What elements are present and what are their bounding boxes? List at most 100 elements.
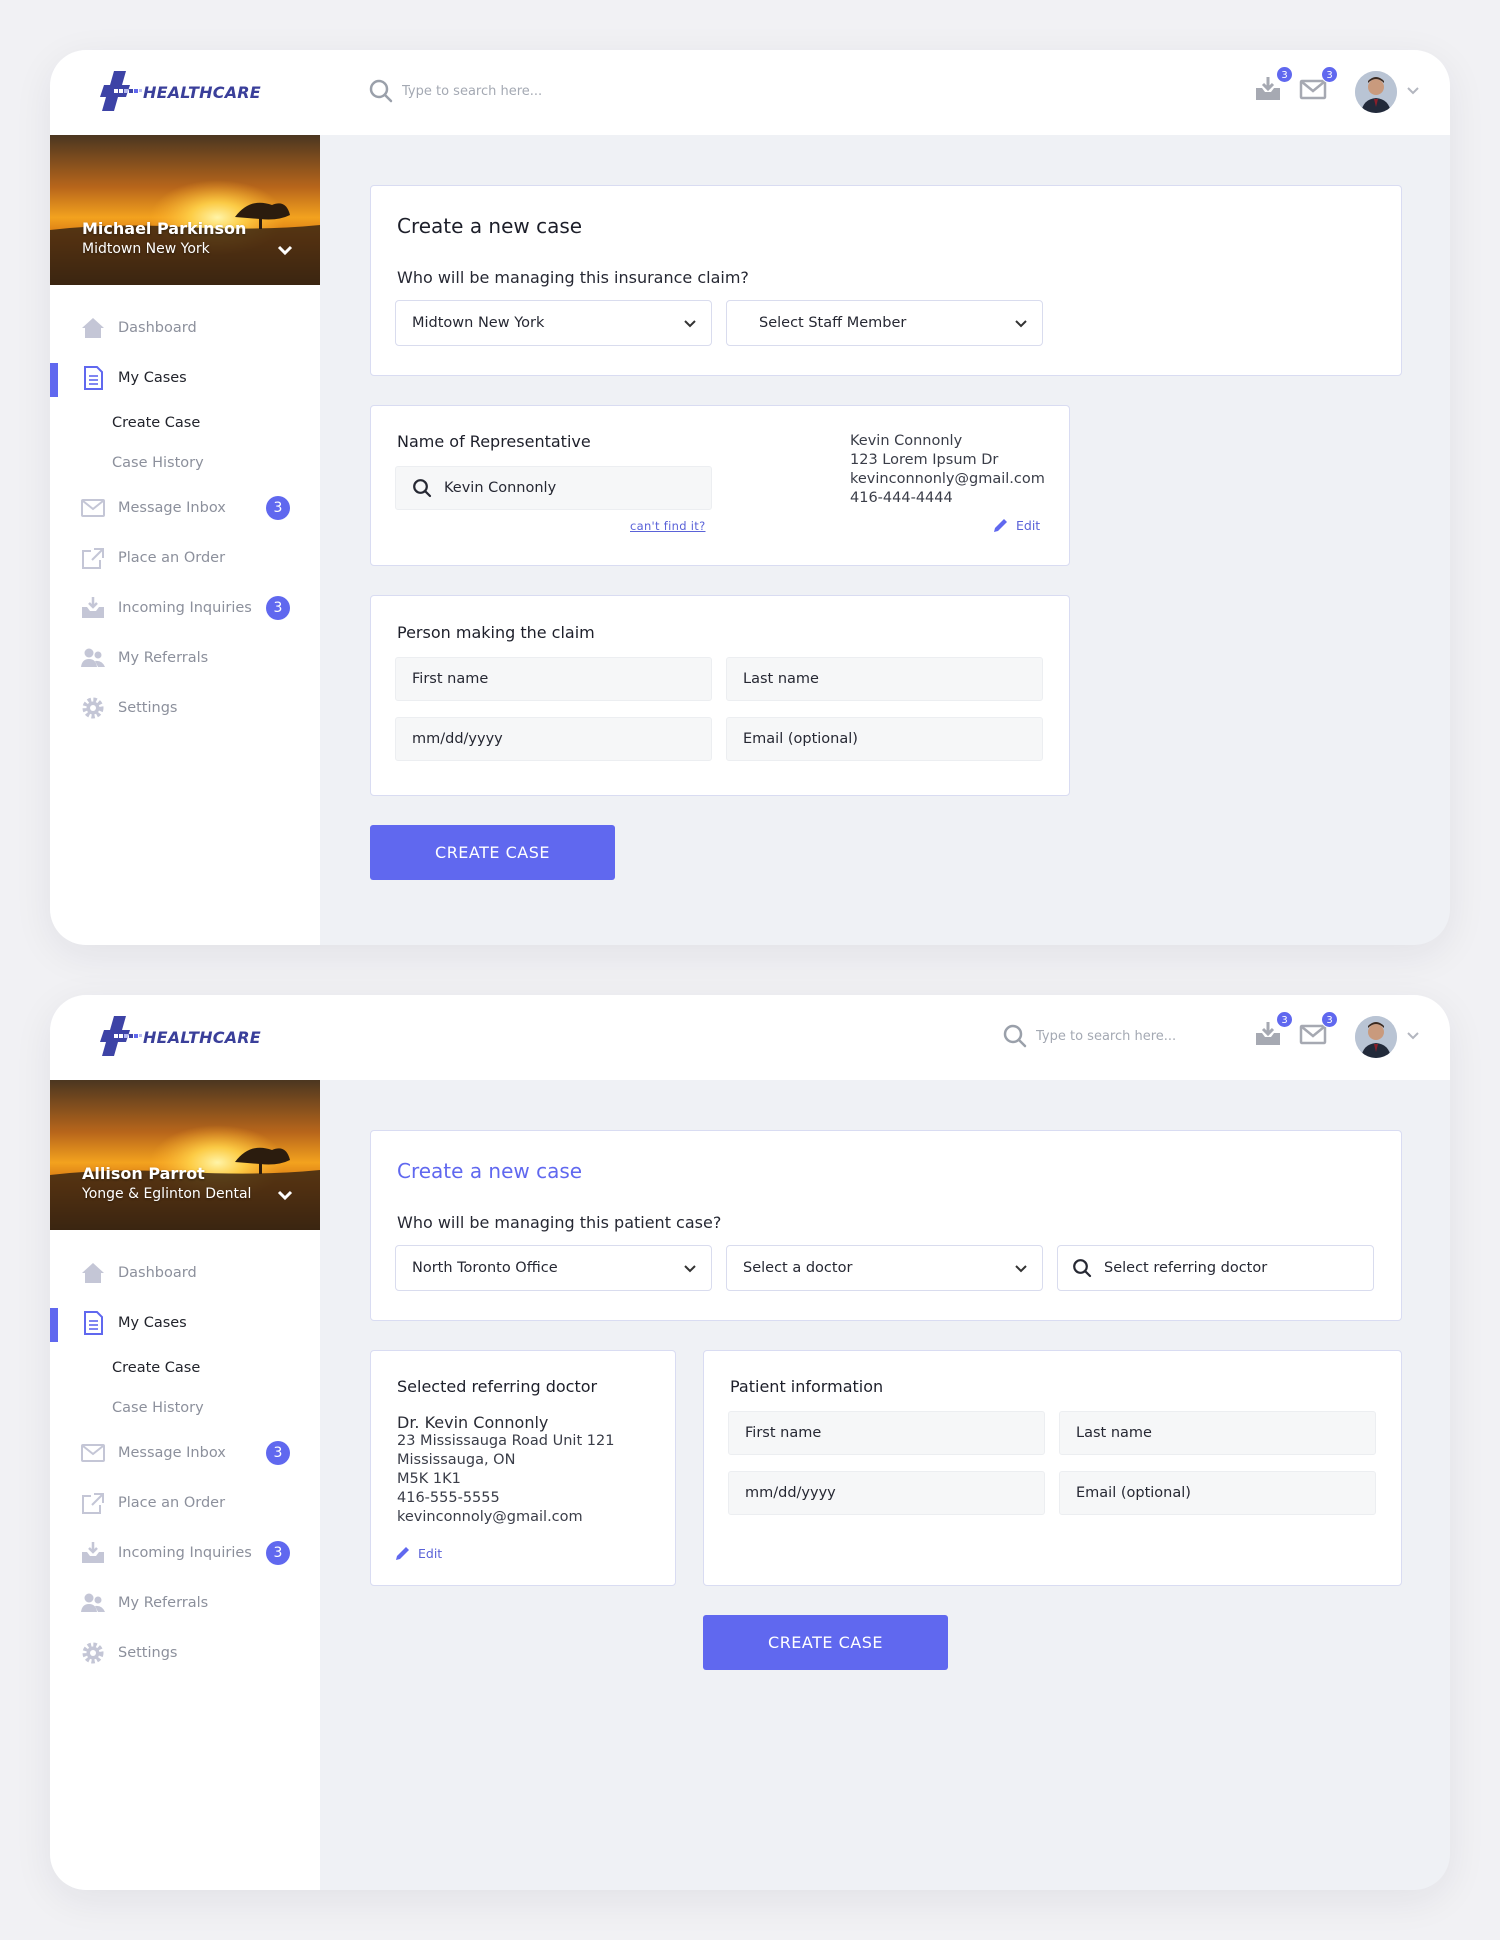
inbox-download-button[interactable]: 3 bbox=[1253, 66, 1293, 104]
inbox-download-icon bbox=[80, 595, 106, 621]
location-select[interactable]: Midtown New York bbox=[395, 300, 712, 346]
referring-doctor-info: Dr. Kevin Connonly 23 Mississauga Road U… bbox=[397, 1413, 614, 1527]
share-icon bbox=[80, 545, 106, 571]
sidebar-item-settings[interactable]: Settings bbox=[50, 683, 320, 733]
rep-phone: 416-444-4444 bbox=[850, 490, 953, 506]
sidebar-item-place-order[interactable]: Place an Order bbox=[50, 533, 320, 583]
sidebar-subitem-create-case[interactable]: Create Case bbox=[50, 403, 320, 443]
doctor-email: kevinconnoly@gmail.com bbox=[397, 1509, 583, 1525]
search-icon bbox=[369, 79, 393, 103]
profile-location: Midtown New York bbox=[82, 241, 210, 257]
edit-representative-link[interactable]: Edit bbox=[992, 516, 1040, 534]
last-name-field[interactable]: Last name bbox=[1059, 1411, 1376, 1455]
profile-header[interactable]: Allison Parrot Yonge & Eglinton Dental bbox=[50, 1080, 320, 1230]
location-select-value: Midtown New York bbox=[412, 315, 545, 331]
sidebar-item-incoming-inquiries[interactable]: Incoming Inquiries 3 bbox=[50, 1528, 320, 1578]
sidebar-item-dashboard[interactable]: Dashboard bbox=[50, 303, 320, 353]
user-avatar[interactable] bbox=[1355, 71, 1397, 113]
user-avatar[interactable] bbox=[1355, 1016, 1397, 1058]
doctor-name: Dr. Kevin Connonly bbox=[397, 1413, 549, 1432]
sidebar-item-my-cases[interactable]: My Cases bbox=[50, 1298, 320, 1348]
dob-field[interactable]: mm/dd/yyyy bbox=[728, 1471, 1045, 1515]
profile-name: Michael Parkinson bbox=[82, 219, 247, 238]
search-icon bbox=[413, 479, 432, 498]
office-select[interactable]: North Toronto Office bbox=[395, 1245, 712, 1291]
logo-text: HEALTHCARE bbox=[143, 83, 261, 102]
representative-label: Name of Representative bbox=[397, 432, 591, 451]
chevron-down-icon[interactable] bbox=[277, 244, 293, 256]
chevron-down-icon bbox=[1015, 1265, 1027, 1273]
representative-search-value: Kevin Connonly bbox=[444, 480, 557, 496]
sidebar-item-label: My Referrals bbox=[118, 1595, 209, 1611]
patient-info-label: Patient information bbox=[730, 1377, 884, 1396]
doctor-select-value: Select a doctor bbox=[743, 1260, 853, 1276]
search-input[interactable] bbox=[402, 83, 582, 99]
search-icon bbox=[1073, 1259, 1092, 1278]
first-name-field[interactable]: First name bbox=[395, 657, 712, 701]
doctor-address-1: 23 Mississauga Road Unit 121 bbox=[397, 1433, 615, 1449]
referring-doctor-search[interactable]: Select referring doctor bbox=[1057, 1245, 1374, 1291]
sidebar-item-my-referrals[interactable]: My Referrals bbox=[50, 1578, 320, 1628]
doctor-select[interactable]: Select a doctor bbox=[726, 1245, 1043, 1291]
mail-button[interactable]: 3 bbox=[1298, 1011, 1338, 1049]
sidebar-item-incoming-inquiries[interactable]: Incoming Inquiries 3 bbox=[50, 583, 320, 633]
representative-card: Name of Representative Kevin Connonly ca… bbox=[370, 405, 1070, 566]
sidebar-item-message-inbox[interactable]: Message Inbox 3 bbox=[50, 483, 320, 533]
rep-email: kevinconnonly@gmail.com bbox=[850, 471, 1045, 487]
doctor-phone: 416-555-5555 bbox=[397, 1490, 500, 1506]
email-placeholder: Email (optional) bbox=[1076, 1485, 1191, 1501]
dob-field[interactable]: mm/dd/yyyy bbox=[395, 717, 712, 761]
edit-referring-doctor-link[interactable]: Edit bbox=[394, 1544, 442, 1562]
staff-select[interactable]: Select Staff Member bbox=[726, 300, 1043, 346]
sidebar-item-place-order[interactable]: Place an Order bbox=[50, 1478, 320, 1528]
inbox-download-button[interactable]: 3 bbox=[1253, 1011, 1293, 1049]
card-title: Create a new case bbox=[397, 1159, 583, 1183]
chevron-down-icon[interactable] bbox=[277, 1189, 293, 1201]
managing-question: Who will be managing this insurance clai… bbox=[397, 268, 749, 287]
sidebar-item-label: Dashboard bbox=[118, 1265, 197, 1281]
referring-doctor-label: Selected referring doctor bbox=[397, 1377, 598, 1396]
first-name-field[interactable]: First name bbox=[728, 1411, 1045, 1455]
cant-find-link[interactable]: can't find it? bbox=[630, 519, 705, 533]
search-bar[interactable] bbox=[368, 78, 582, 104]
sidebar-nav: Dashboard My Cases Create Case Case Hist… bbox=[50, 1248, 320, 1678]
chevron-down-icon bbox=[1015, 320, 1027, 328]
pencil-icon bbox=[994, 519, 1007, 532]
mail-button[interactable]: 3 bbox=[1298, 66, 1338, 104]
rep-name: Kevin Connonly bbox=[850, 433, 963, 449]
staff-select-value: Select Staff Member bbox=[759, 315, 907, 331]
search-bar[interactable] bbox=[1002, 1023, 1196, 1049]
profile-location: Yonge & Eglinton Dental bbox=[82, 1186, 252, 1202]
representative-search-field[interactable]: Kevin Connonly bbox=[395, 466, 712, 510]
email-field[interactable]: Email (optional) bbox=[726, 717, 1043, 761]
last-name-field[interactable]: Last name bbox=[726, 657, 1043, 701]
chevron-down-icon[interactable] bbox=[1406, 1031, 1420, 1041]
chevron-down-icon bbox=[684, 1265, 696, 1273]
sidebar-subitem-case-history[interactable]: Case History bbox=[50, 1388, 320, 1428]
email-placeholder: Email (optional) bbox=[743, 731, 858, 747]
sidebar-item-label: My Cases bbox=[118, 370, 187, 386]
edit-label: Edit bbox=[1016, 517, 1041, 533]
sidebar-subitem-case-history[interactable]: Case History bbox=[50, 443, 320, 483]
message-count-badge: 3 bbox=[266, 1441, 290, 1465]
create-case-button[interactable]: CREATE CASE bbox=[370, 825, 615, 880]
sidebar-item-label: Incoming Inquiries bbox=[118, 600, 252, 616]
sidebar-item-my-cases[interactable]: My Cases bbox=[50, 353, 320, 403]
search-input[interactable] bbox=[1036, 1028, 1196, 1044]
sidebar-item-my-referrals[interactable]: My Referrals bbox=[50, 633, 320, 683]
document-icon bbox=[80, 365, 106, 391]
claimant-card: Person making the claim First name Last … bbox=[370, 595, 1070, 796]
claimant-label: Person making the claim bbox=[397, 623, 595, 642]
sunset-background-image bbox=[50, 135, 320, 285]
sidebar-item-settings[interactable]: Settings bbox=[50, 1628, 320, 1678]
sidebar-subitem-create-case[interactable]: Create Case bbox=[50, 1348, 320, 1388]
profile-header[interactable]: Michael Parkinson Midtown New York bbox=[50, 135, 320, 285]
chevron-down-icon[interactable] bbox=[1406, 86, 1420, 96]
email-field[interactable]: Email (optional) bbox=[1059, 1471, 1376, 1515]
sidebar-item-dashboard[interactable]: Dashboard bbox=[50, 1248, 320, 1298]
doctor-postal: M5K 1K1 bbox=[397, 1471, 461, 1487]
notification-badge: 3 bbox=[1276, 66, 1293, 83]
create-case-button[interactable]: CREATE CASE bbox=[703, 1615, 948, 1670]
sidebar-item-label: My Referrals bbox=[118, 650, 209, 666]
sidebar-item-message-inbox[interactable]: Message Inbox 3 bbox=[50, 1428, 320, 1478]
